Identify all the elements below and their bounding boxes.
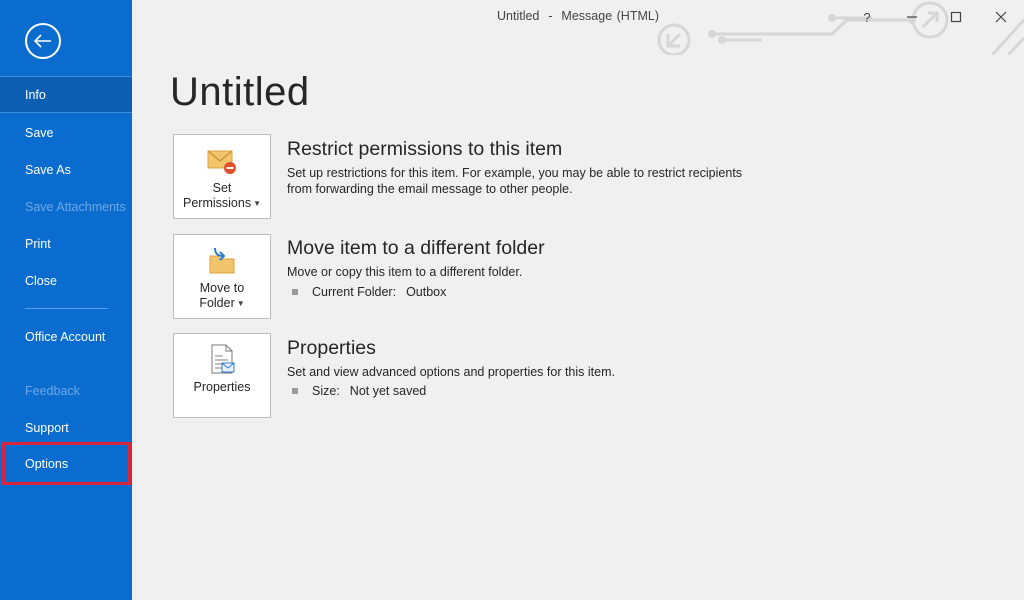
close-window-button[interactable] <box>988 4 1014 30</box>
current-folder-label: Current Folder: <box>312 285 397 299</box>
section-heading-properties: Properties <box>287 337 376 359</box>
back-arrow-icon <box>34 34 51 48</box>
help-icon: ? <box>863 9 871 25</box>
help-button[interactable]: ? <box>854 4 880 30</box>
minimize-button[interactable] <box>899 4 925 30</box>
sidebar-item-label: Save As <box>25 162 71 177</box>
window-title: Untitled - Message (HTML) <box>497 9 659 23</box>
move-to-folder-button[interactable]: Move to Folder ▼ <box>173 234 271 319</box>
back-button[interactable] <box>25 23 61 59</box>
title-bar: Untitled - Message (HTML) ? <box>132 0 1024 55</box>
maximize-icon <box>950 11 962 23</box>
bullet-icon <box>292 289 298 295</box>
tile-label-line1: Properties <box>193 380 251 394</box>
move-to-folder-icon <box>209 247 235 274</box>
size-label: Size: <box>312 384 340 398</box>
sidebar-item-save[interactable]: Save <box>0 114 132 151</box>
sidebar-item-options[interactable]: Options <box>2 442 131 485</box>
sidebar-item-label: Info <box>25 87 46 102</box>
tile-label-line2: Folder <box>199 296 235 310</box>
bullet-icon <box>292 388 298 394</box>
maximize-button[interactable] <box>943 4 969 30</box>
sidebar-item-support[interactable]: Support <box>0 409 132 446</box>
close-icon <box>995 11 1007 23</box>
section-description-move: Move or copy this item to a different fo… <box>287 265 523 279</box>
properties-button[interactable]: Properties <box>173 333 271 418</box>
sidebar-item-label: Office Account <box>25 330 106 344</box>
sidebar-item-save-attachments: Save Attachments <box>0 188 132 225</box>
dropdown-caret-icon: ▼ <box>236 299 245 309</box>
size-row: Size: Not yet saved <box>292 384 426 398</box>
tile-label-line2: Permissions <box>183 196 252 210</box>
envelope-restrict-icon <box>207 150 236 174</box>
section-heading-restrict: Restrict permissions to this item <box>287 138 563 160</box>
properties-icon <box>211 344 235 374</box>
section-heading-move: Move item to a different folder <box>287 237 545 259</box>
sidebar-item-label: Support <box>25 420 69 435</box>
sidebar-item-label[interactable]: Print <box>25 236 51 252</box>
sidebar-item-feedback: Feedback <box>0 372 132 409</box>
sidebar-item-info[interactable]: Info <box>0 76 132 113</box>
size-value: Not yet saved <box>349 384 427 398</box>
sidebar-item-label: Save Attachments <box>25 199 126 214</box>
sidebar-item-label: Feedback <box>25 383 80 398</box>
sidebar-divider <box>25 308 108 309</box>
sidebar-item-print[interactable]: Print <box>0 225 132 262</box>
sidebar-item-office-account[interactable]: Office Account <box>0 329 110 363</box>
set-permissions-button[interactable]: Set Permissions ▼ <box>173 134 271 219</box>
minimize-icon <box>907 16 917 18</box>
sidebar-item-label: Options <box>25 456 69 471</box>
sidebar-item-label: Save <box>25 125 54 140</box>
sidebar-item-label: Close <box>25 273 57 288</box>
tile-label-line1: Set <box>212 181 232 195</box>
dropdown-caret-icon: ▼ <box>253 199 261 209</box>
tile-label-line1: Move to <box>199 281 245 295</box>
current-folder-row: Current Folder: Outbox <box>292 285 446 299</box>
sidebar-item-close[interactable]: Close <box>0 262 132 299</box>
section-description-properties: Set and view advanced options and proper… <box>287 365 615 379</box>
backstage-sidebar: Info Save Save As Save Attachments Print… <box>0 0 132 600</box>
current-folder-value: Outbox <box>406 285 447 299</box>
page-title: Untitled <box>170 70 310 114</box>
sidebar-item-save-as[interactable]: Save As <box>0 151 132 188</box>
section-description-restrict: Set up restrictions for this item. For e… <box>287 166 743 196</box>
